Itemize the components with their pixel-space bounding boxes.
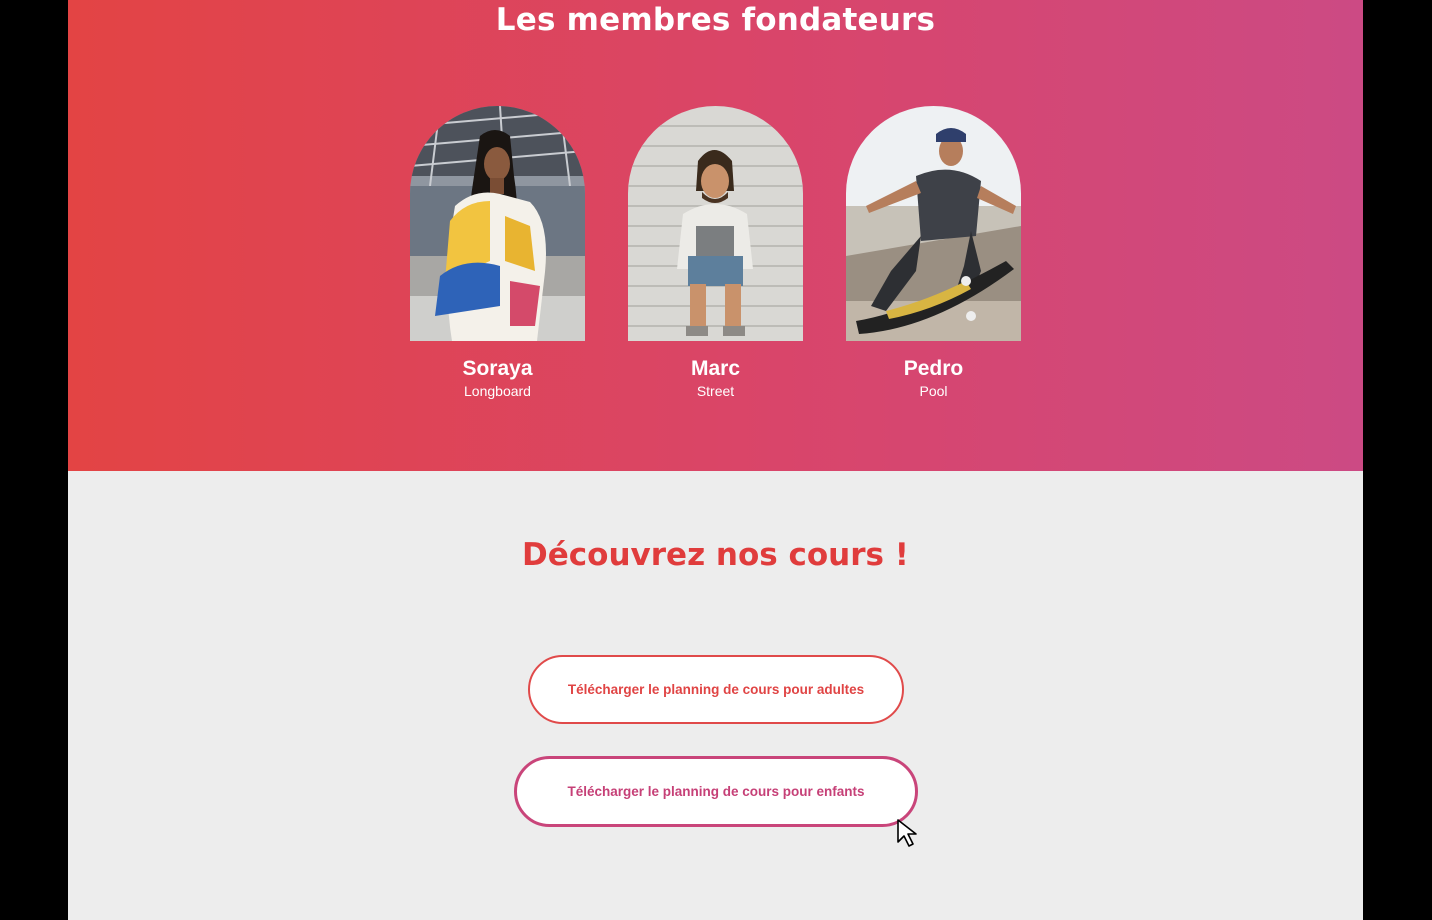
member-name: Marc (690, 357, 741, 380)
member-card-pedro: Pedro Pool (846, 106, 1021, 406)
button-label: Télécharger le planning de cours pour en… (567, 784, 865, 799)
download-adults-schedule-button[interactable]: Télécharger le planning de cours pour ad… (528, 655, 904, 724)
courses-title: Découvrez nos cours ! (522, 537, 909, 573)
button-label: Télécharger le planning de cours pour ad… (567, 682, 865, 697)
member-photo-pedro (846, 106, 1021, 341)
member-name: Soraya (462, 357, 533, 380)
founders-section: Les membres fondateurs Soraya Longboard … (68, 0, 1363, 471)
member-discipline: Pool (919, 383, 948, 399)
member-name: Pedro (903, 357, 964, 380)
download-kids-schedule-button[interactable]: Télécharger le planning de cours pour en… (514, 756, 918, 827)
arrow-cursor-icon (897, 819, 917, 847)
member-card-soraya: Soraya Longboard (410, 106, 585, 406)
founders-title: Les membres fondateurs (495, 2, 936, 38)
member-photo-soraya (410, 106, 585, 341)
member-card-marc: Marc Street (628, 106, 803, 406)
member-discipline: Street (696, 383, 735, 399)
page: Les membres fondateurs Soraya Longboard … (68, 0, 1363, 920)
member-photo-marc (628, 106, 803, 341)
member-discipline: Longboard (464, 383, 531, 399)
